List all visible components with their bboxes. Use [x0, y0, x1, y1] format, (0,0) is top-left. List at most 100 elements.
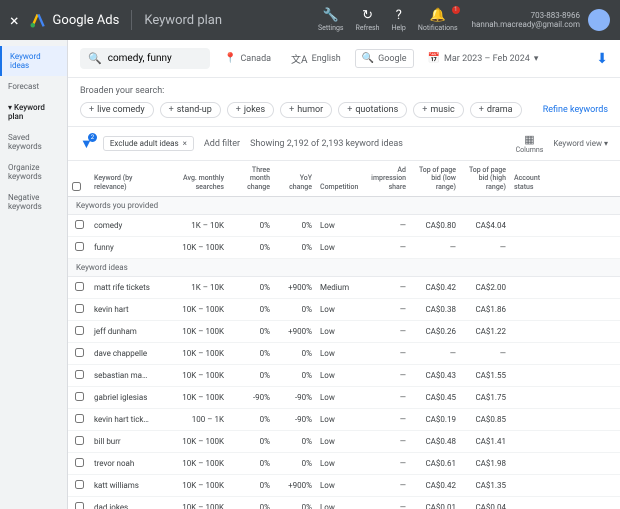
tool-notifications[interactable]: 🔔Notifications1 [418, 8, 458, 32]
cell-keyword: matt rife tickets [90, 278, 162, 297]
cell-tmc: 0% [228, 498, 274, 509]
sidebar-item-keyword-ideas[interactable]: Keyword ideas [0, 46, 67, 76]
cell-keyword: jeff dunham [90, 322, 162, 341]
row-checkbox[interactable] [75, 348, 84, 357]
table-row[interactable]: dave chappelle10K – 100K0%0%Low——— [68, 343, 620, 365]
table-row[interactable]: bill burr10K – 100K0%0%Low—CA$0.48CA$1.4… [68, 431, 620, 453]
cell-tmc: 0% [228, 216, 274, 235]
cell-low: CA$0.26 [410, 322, 460, 341]
cell-keyword: dave chappelle [90, 344, 162, 363]
chip-drama[interactable]: +drama [470, 102, 522, 118]
network-pill[interactable]: 🔍Google [355, 49, 414, 68]
row-checkbox[interactable] [75, 458, 84, 467]
chip-music[interactable]: +music [413, 102, 464, 118]
tool-settings[interactable]: 🔧Settings [318, 8, 344, 32]
col-tmc[interactable]: Three month change [228, 161, 274, 196]
tool-refresh[interactable]: ↻Refresh [356, 8, 380, 32]
keyword-table: Keyword (by relevance) Avg. monthly sear… [68, 161, 620, 509]
row-checkbox[interactable] [75, 220, 84, 229]
col-low[interactable]: Top of page bid (low range) [410, 161, 460, 196]
language-pill[interactable]: 文AEnglish [285, 48, 347, 69]
chip-live-comedy[interactable]: +live comedy [80, 102, 154, 118]
cell-low: CA$0.42 [410, 278, 460, 297]
sidebar-item-saved-keywords[interactable]: Saved keywords [0, 127, 67, 157]
sidebar-item-keyword-plan[interactable]: ▾Keyword plan [0, 97, 67, 127]
cell-imp: — [360, 454, 410, 473]
table-row[interactable]: funny10K – 100K0%0%Low——— [68, 237, 620, 259]
avatar[interactable] [588, 9, 610, 31]
row-checkbox[interactable] [75, 370, 84, 379]
cell-imp: — [360, 216, 410, 235]
cell-acct [510, 415, 560, 425]
sidebar-item-negative-keywords[interactable]: Negative keywords [0, 187, 67, 217]
cell-tmc: 0% [228, 432, 274, 451]
chip-stand-up[interactable]: +stand-up [160, 102, 221, 118]
download-icon[interactable]: ⬇ [596, 51, 608, 67]
refine-link[interactable]: Refine keywords [543, 105, 608, 115]
chip-jokes[interactable]: +jokes [227, 102, 274, 118]
location-pill[interactable]: 📍Canada [218, 50, 277, 67]
table-row[interactable]: matt rife tickets1K – 10K0%+900%Medium—C… [68, 277, 620, 299]
select-all-checkbox[interactable] [72, 182, 81, 191]
table-row[interactable]: comedy1K – 10K0%0%Low—CA$0.80CA$4.04 [68, 215, 620, 237]
search-input[interactable] [108, 53, 202, 64]
table-row[interactable]: sebastian ma…10K – 100K0%0%Low—CA$0.43CA… [68, 365, 620, 387]
col-avg[interactable]: Avg. monthly searches [162, 161, 228, 196]
table-row[interactable]: katt williams10K – 100K0%+900%Low—CA$0.4… [68, 475, 620, 497]
search-box[interactable]: 🔍 [80, 48, 210, 69]
cell-low: — [410, 344, 460, 363]
cell-comp: Low [316, 388, 360, 407]
row-checkbox[interactable] [75, 282, 84, 291]
filter-row: ▼2 Exclude adult ideas× Add filter Showi… [68, 127, 620, 161]
cell-imp: — [360, 322, 410, 341]
cell-imp: — [360, 476, 410, 495]
table-row[interactable]: jeff dunham10K – 100K0%+900%Low—CA$0.26C… [68, 321, 620, 343]
tool-help[interactable]: ?Help [392, 8, 406, 32]
table-row[interactable]: kevin hart10K – 100K0%0%Low—CA$0.38CA$1.… [68, 299, 620, 321]
cell-high: — [460, 344, 510, 363]
row-checkbox[interactable] [75, 414, 84, 423]
row-checkbox[interactable] [75, 326, 84, 335]
col-yoy[interactable]: YoY change [274, 161, 316, 196]
row-checkbox[interactable] [75, 392, 84, 401]
row-checkbox[interactable] [75, 502, 84, 509]
row-checkbox[interactable] [75, 304, 84, 313]
cell-high: CA$4.04 [460, 216, 510, 235]
col-high[interactable]: Top of page bid (high range) [460, 161, 510, 196]
sidebar: Keyword ideasForecast▾Keyword planSaved … [0, 40, 68, 509]
filter-chip-exclude[interactable]: Exclude adult ideas× [103, 136, 194, 151]
add-filter[interactable]: Add filter [204, 139, 240, 149]
table-row[interactable]: gabriel iglesias10K – 100K-90%-90%Low—CA… [68, 387, 620, 409]
close-icon[interactable]: × [10, 11, 19, 30]
table-row[interactable]: trevor noah10K – 100K0%0%Low—CA$0.61CA$1… [68, 453, 620, 475]
row-checkbox[interactable] [75, 480, 84, 489]
cell-tmc: 0% [228, 476, 274, 495]
sidebar-item-organize-keywords[interactable]: Organize keywords [0, 157, 67, 187]
row-checkbox[interactable] [75, 242, 84, 251]
chip-humor[interactable]: +humor [280, 102, 332, 118]
cell-imp: — [360, 366, 410, 385]
table-row[interactable]: kevin hart tick…100 – 1K0%-90%Low—CA$0.1… [68, 409, 620, 431]
filter-icon[interactable]: ▼2 [80, 136, 93, 152]
close-icon[interactable]: × [183, 139, 187, 148]
col-acct[interactable]: Account status [510, 161, 560, 196]
sidebar-item-forecast[interactable]: Forecast [0, 76, 67, 97]
col-keyword[interactable]: Keyword (by relevance) [90, 161, 162, 196]
cell-yoy: 0% [274, 238, 316, 257]
row-checkbox[interactable] [75, 436, 84, 445]
table-header-row: Keyword (by relevance) Avg. monthly sear… [68, 161, 620, 197]
logo: Google Ads [29, 11, 120, 29]
account-info[interactable]: 703-883-8966 hannah.macready@gmail.com [472, 11, 580, 29]
section-provided: Keywords you provided [68, 197, 620, 215]
col-comp[interactable]: Competition [316, 161, 360, 196]
view-toggle[interactable]: Keyword view ▾ [553, 139, 608, 148]
cell-yoy: -90% [274, 388, 316, 407]
cell-keyword: dad jokes [90, 498, 162, 509]
cell-low: CA$0.48 [410, 432, 460, 451]
col-imp[interactable]: Ad impression share [360, 161, 410, 196]
cell-acct [510, 503, 560, 509]
date-pill[interactable]: 📅Mar 2023 – Feb 2024 ▾ [422, 50, 545, 67]
chip-quotations[interactable]: +quotations [338, 102, 407, 118]
table-row[interactable]: dad jokes10K – 100K0%0%Low—CA$0.01CA$0.0… [68, 497, 620, 509]
columns-button[interactable]: ▦Columns [516, 133, 544, 154]
